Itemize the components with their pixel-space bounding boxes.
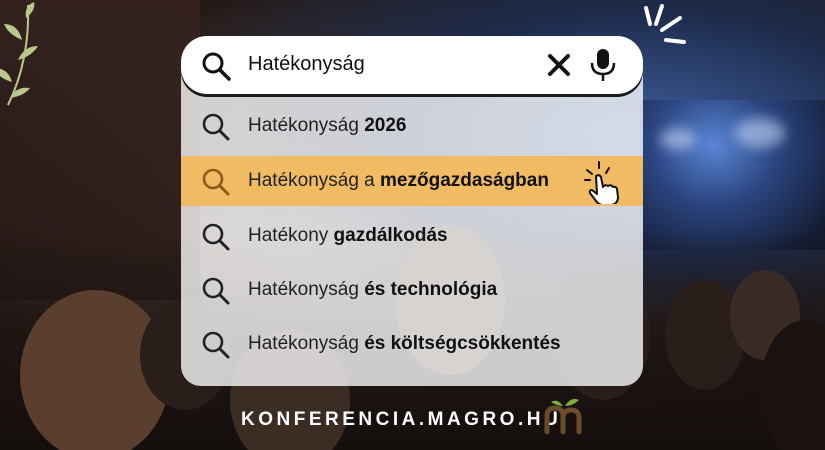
suggestion-completion: és technológia <box>364 279 498 300</box>
suggestion-prefix: Hatékonyság <box>248 333 365 354</box>
suggestion-item-highlighted[interactable]: Hatékonyság a mezőgazdaságban <box>181 156 643 206</box>
suggestion-prefix: Hatékonyság <box>248 279 365 300</box>
suggestion-completion: és költségcsökkentés <box>364 333 561 354</box>
suggestion-prefix: Hatékonyság <box>248 115 365 136</box>
suggestion-item[interactable]: Hatékonyság és technológia <box>181 265 643 315</box>
website-domain: KONFERENCIA.MAGRO.HU <box>241 409 562 430</box>
suggestion-completion: mezőgazdaságban <box>380 170 549 191</box>
close-icon[interactable] <box>547 53 571 77</box>
suggestion-prefix: Hatékonyság a <box>248 170 381 191</box>
suggestion-item[interactable]: Hatékony gazdálkodás <box>181 211 643 261</box>
microphone-icon[interactable] <box>589 47 617 83</box>
search-panel: Hatékonyság Hatékonyság 2026 Hatékonyság… <box>181 36 643 386</box>
suggestion-prefix: Hatékony <box>248 225 334 246</box>
suggestion-item[interactable]: Hatékonyság 2026 <box>181 101 643 151</box>
suggestion-completion: gazdálkodás <box>333 225 448 246</box>
search-bar[interactable]: Hatékonyság <box>181 36 643 94</box>
search-icon[interactable] <box>201 51 231 81</box>
suggestion-completion: 2026 <box>364 115 407 136</box>
search-icon <box>202 113 230 141</box>
magro-logo <box>544 398 582 435</box>
search-icon <box>202 168 230 196</box>
suggestion-item[interactable]: Hatékonyság és költségcsökkentés <box>181 319 643 369</box>
search-icon <box>202 277 230 305</box>
search-icon <box>202 223 230 251</box>
search-icon <box>202 331 230 359</box>
leaf-icon <box>0 2 38 106</box>
search-input[interactable]: Hatékonyság <box>248 53 365 76</box>
pointer-hand-icon <box>584 161 619 204</box>
sparkle-rays-icon <box>644 4 686 44</box>
